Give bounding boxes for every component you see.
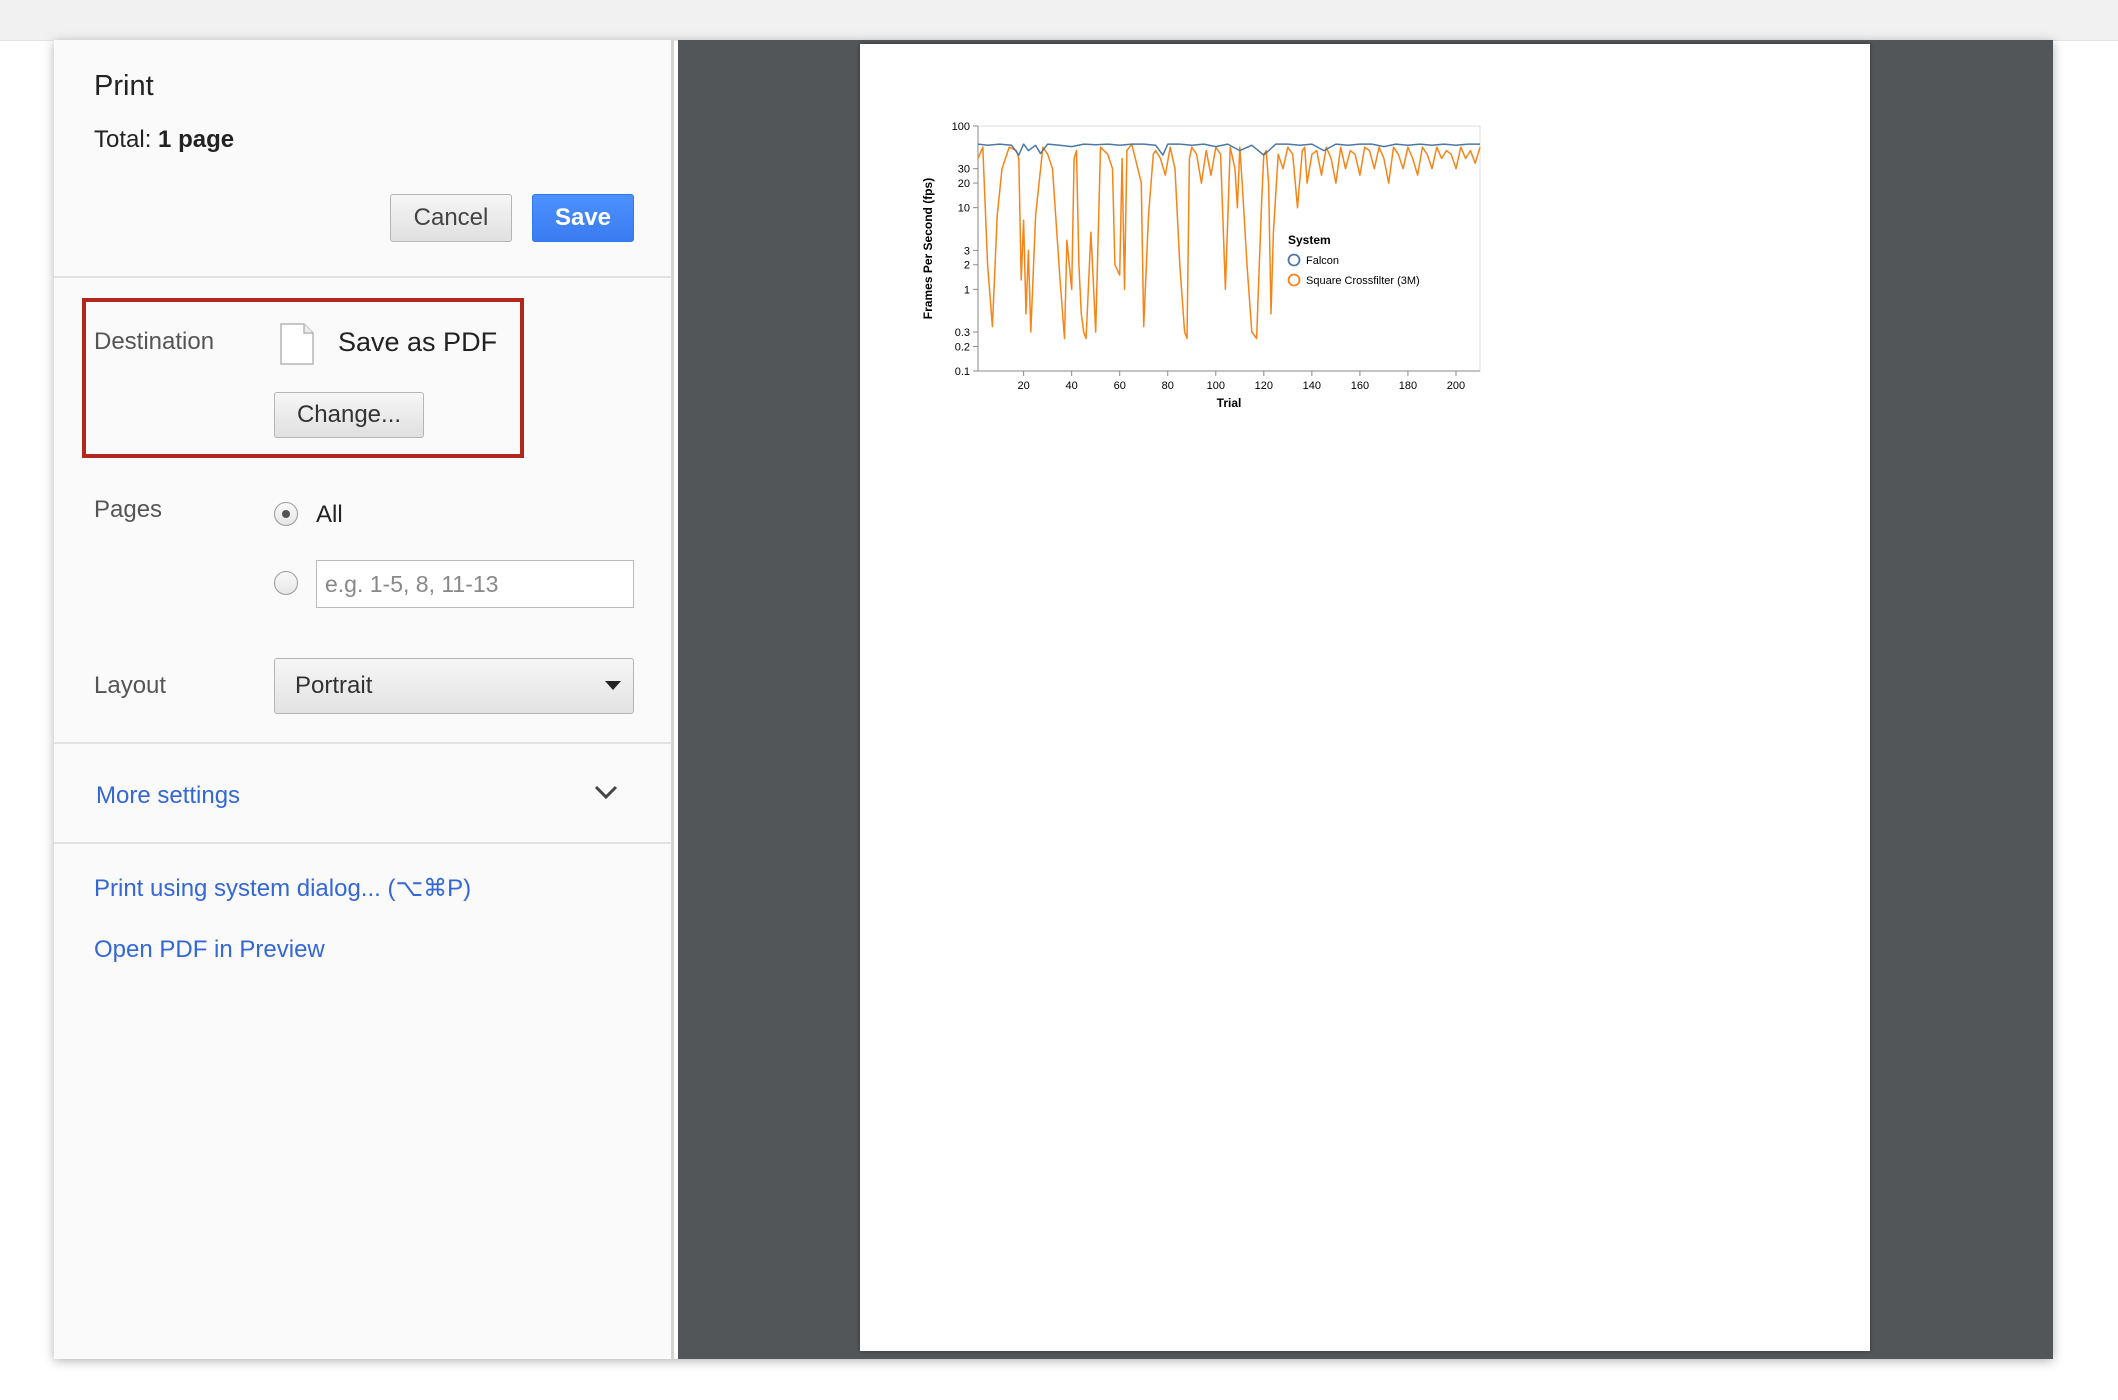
divider xyxy=(54,276,671,278)
file-icon xyxy=(280,323,314,365)
dialog-title: Print xyxy=(94,70,154,102)
x-tick-label: 180 xyxy=(1399,380,1417,392)
x-axis-label: Trial xyxy=(1217,396,1242,410)
x-tick-label: 40 xyxy=(1066,380,1078,392)
y-axis-label: Frames Per Second (fps) xyxy=(921,178,935,319)
pages-label: Pages xyxy=(94,496,163,523)
pages-all-radio[interactable] xyxy=(274,502,298,526)
x-tick-label: 120 xyxy=(1255,380,1273,392)
y-tick-label: 30 xyxy=(958,164,970,176)
legend-symbol xyxy=(1287,273,1301,287)
x-tick-label: 200 xyxy=(1447,380,1465,392)
total-label: Total: xyxy=(94,126,152,153)
layout-select[interactable]: Portrait xyxy=(274,658,634,714)
total-value: 1 page xyxy=(158,126,235,153)
preview-page: 0.1 0.2 0.3 1 2 3 10 20 30 100 20 40 60 80 100 120 140 16… xyxy=(860,44,1870,1351)
more-settings-toggle[interactable]: More settings xyxy=(96,782,240,810)
x-tick-label: 80 xyxy=(1162,380,1174,392)
divider xyxy=(54,742,671,744)
system-dialog-link[interactable]: Print using system dialog... (⌥⌘P) xyxy=(94,874,471,903)
series-line-falcon xyxy=(977,143,1480,156)
legend-label: Square Crossfilter (3M) xyxy=(1306,275,1420,287)
destination-value: Save as PDF xyxy=(338,327,498,357)
legend-label: Falcon xyxy=(1306,255,1339,267)
x-tick-label: 140 xyxy=(1303,380,1321,392)
cancel-button[interactable]: Cancel xyxy=(390,194,512,242)
destination-label: Destination xyxy=(94,328,215,355)
y-tick-label: 2 xyxy=(964,260,970,272)
x-tick-label: 60 xyxy=(1114,380,1126,392)
open-preview-link[interactable]: Open PDF in Preview xyxy=(94,936,325,964)
layout-select-value: Portrait xyxy=(295,672,373,699)
y-tick-label: 10 xyxy=(958,203,970,215)
total-pages: Total: 1 page xyxy=(94,126,234,154)
print-settings-sidebar: Print Total: 1 page Cancel Save Destinat… xyxy=(54,40,674,1359)
y-tick-label: 3 xyxy=(964,245,970,257)
x-tick-label: 160 xyxy=(1351,380,1369,392)
y-tick-label: 0.2 xyxy=(955,341,970,353)
print-dialog: Print Total: 1 page Cancel Save Destinat… xyxy=(54,40,2053,1359)
y-tick-label: 0.3 xyxy=(955,327,970,339)
change-destination-button[interactable]: Change... xyxy=(274,392,424,438)
y-tick-label: 1 xyxy=(964,284,970,296)
fps-chart: 0.1 0.2 0.3 1 2 3 10 20 30 100 20 40 60 80 100 120 140 16… xyxy=(921,121,1481,410)
pages-custom-radio[interactable] xyxy=(274,571,298,595)
y-tick-label: 20 xyxy=(958,178,970,190)
legend-symbol xyxy=(1287,253,1301,267)
pages-range-input[interactable] xyxy=(316,560,634,608)
save-button[interactable]: Save xyxy=(532,194,634,242)
print-preview-area: 0.1 0.2 0.3 1 2 3 10 20 30 100 20 40 60 80 100 120 140 16… xyxy=(678,40,2053,1359)
series-line-square-crossfilter xyxy=(977,143,1481,340)
y-tick-label: 100 xyxy=(952,121,970,133)
y-tick-label: 0.1 xyxy=(955,366,970,378)
chevron-down-icon[interactable] xyxy=(594,784,618,800)
divider xyxy=(54,842,671,844)
legend-title: System xyxy=(1288,233,1331,247)
browser-top-band xyxy=(0,0,2118,41)
layout-label: Layout xyxy=(94,672,167,699)
pages-all-label[interactable]: All xyxy=(316,501,343,529)
x-tick-label: 20 xyxy=(1018,380,1030,392)
dropdown-caret-icon xyxy=(605,681,621,690)
x-tick-label: 100 xyxy=(1207,380,1225,392)
